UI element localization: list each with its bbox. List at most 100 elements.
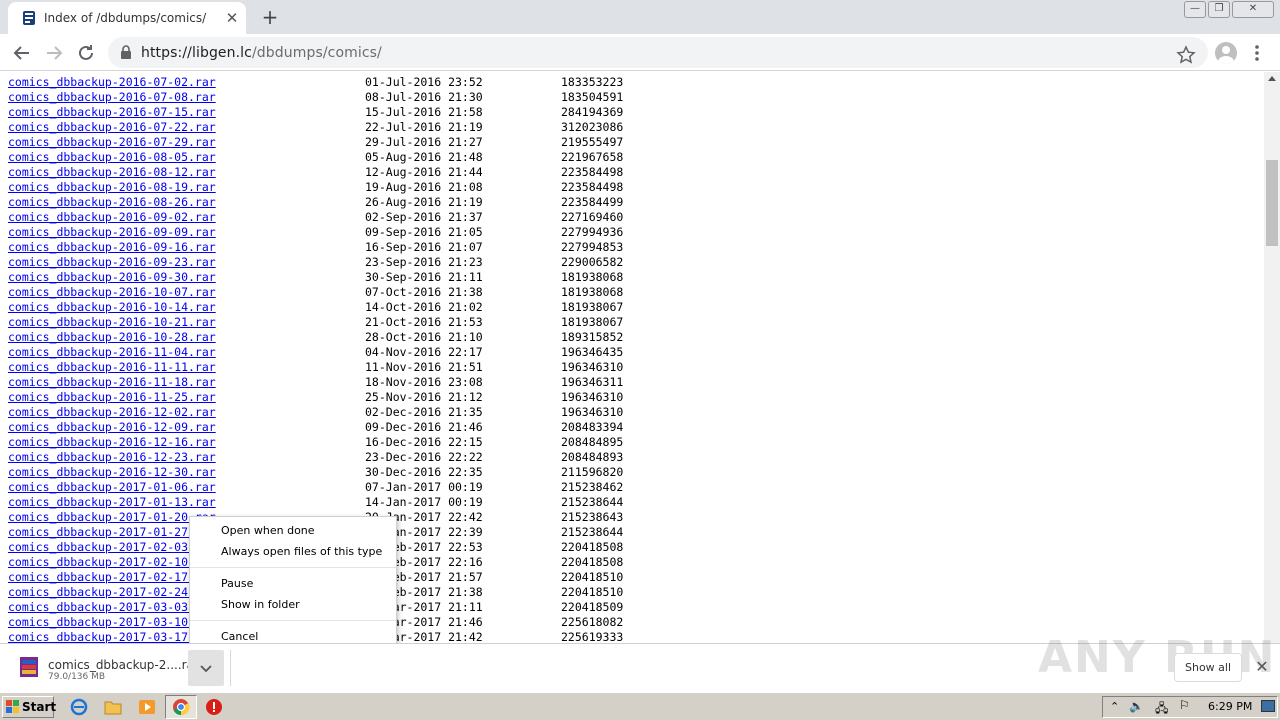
file-link[interactable]: comics_dbbackup-2016-08-26.rar <box>8 195 216 210</box>
scroll-up-arrow-icon[interactable] <box>1268 76 1276 81</box>
file-link[interactable]: comics_dbbackup-2016-09-02.rar <box>8 210 216 225</box>
back-arrow-icon[interactable] <box>10 41 34 65</box>
file-link[interactable]: comics_dbbackup-2016-07-15.rar <box>8 105 216 120</box>
file-link[interactable]: comics_dbbackup-2016-10-07.rar <box>8 285 216 300</box>
menu-separator <box>190 567 396 568</box>
file-link[interactable]: comics_dbbackup-2016-11-18.rar <box>8 375 216 390</box>
reload-icon[interactable] <box>74 41 98 65</box>
file-link[interactable]: comics_dbbackup-2016-11-04.rar <box>8 345 216 360</box>
file-link[interactable]: comics_dbbackup-2017-01-20.rar <box>8 510 216 525</box>
menu-separator <box>190 620 396 621</box>
file-link[interactable]: comics_dbbackup-2016-07-02.rar <box>8 75 216 90</box>
file-link[interactable]: comics_dbbackup-2017-01-27.rar <box>8 525 216 540</box>
file-link[interactable]: comics_dbbackup-2016-12-09.rar <box>8 420 216 435</box>
file-date: 01-Jul-2016 23:52 <box>365 75 483 89</box>
file-link[interactable]: comics_dbbackup-2016-09-30.rar <box>8 270 216 285</box>
stop-sign-icon[interactable] <box>205 698 223 716</box>
file-link[interactable]: comics_dbbackup-2017-02-17.rar <box>8 570 216 585</box>
file-link[interactable]: comics_dbbackup-2017-03-03.rar <box>8 600 216 615</box>
folder-icon[interactable] <box>104 698 122 716</box>
file-link[interactable]: comics_dbbackup-2016-12-30.rar <box>8 465 216 480</box>
address-bar[interactable]: https://libgen.lc/dbdumps/comics/ <box>108 37 1208 68</box>
file-link[interactable]: comics_dbbackup-2017-02-24.rar <box>8 585 216 600</box>
file-date: 09-Sep-2016 21:05 <box>365 225 483 239</box>
tab-close-icon[interactable]: ✕ <box>224 8 240 28</box>
url-host: https://libgen.lc <box>141 45 252 61</box>
file-link[interactable]: comics_dbbackup-2016-11-11.rar <box>8 360 216 375</box>
file-size: 215238644 <box>561 495 624 509</box>
menu-item-show-in-folder[interactable]: Show in folder <box>221 598 300 611</box>
file-link[interactable]: comics_dbbackup-2016-10-28.rar <box>8 330 216 345</box>
file-link[interactable]: comics_dbbackup-2016-11-25.rar <box>8 390 216 405</box>
file-date: 12-Aug-2016 21:44 <box>365 165 483 179</box>
file-link[interactable]: comics_dbbackup-2016-10-14.rar <box>8 300 216 315</box>
chrome-taskbar-button[interactable] <box>165 695 197 719</box>
tray-expand-icon[interactable]: ⌃ <box>1110 700 1119 713</box>
download-file-name[interactable]: comics_dbbackup-2....rar <box>48 658 199 672</box>
file-link[interactable]: comics_dbbackup-2016-09-23.rar <box>8 255 216 270</box>
file-link[interactable]: comics_dbbackup-2016-09-09.rar <box>8 225 216 240</box>
file-date: 29-Jul-2016 21:27 <box>365 135 483 149</box>
file-size: 229006582 <box>561 255 624 269</box>
vertical-scrollbar[interactable] <box>1264 72 1280 643</box>
file-link[interactable]: comics_dbbackup-2016-12-23.rar <box>8 450 216 465</box>
file-link[interactable]: comics_dbbackup-2017-03-17.rar <box>8 630 216 643</box>
menu-item-always-open[interactable]: Always open files of this type <box>221 545 382 558</box>
shelf-divider <box>230 650 231 686</box>
file-link[interactable]: comics_dbbackup-2016-08-19.rar <box>8 180 216 195</box>
show-desktop-icon[interactable] <box>1261 700 1275 712</box>
bookmark-star-icon[interactable] <box>1176 45 1196 65</box>
download-options-button[interactable] <box>188 650 224 686</box>
file-date: 09-Dec-2016 21:46 <box>365 420 483 434</box>
volume-icon[interactable]: 🔈 <box>1129 699 1144 713</box>
media-player-icon[interactable] <box>138 698 156 716</box>
start-label: Start <box>22 700 57 714</box>
file-link[interactable]: comics_dbbackup-2017-01-13.rar <box>8 495 216 510</box>
file-link[interactable]: comics_dbbackup-2016-09-16.rar <box>8 240 216 255</box>
action-center-flag-icon[interactable]: ⚐ <box>1179 698 1190 712</box>
file-size: 220418510 <box>561 570 624 584</box>
file-link[interactable]: comics_dbbackup-2016-07-22.rar <box>8 120 216 135</box>
download-progress-text: 79.0/136 MB <box>48 672 106 682</box>
file-size: 223584498 <box>561 180 624 194</box>
browser-menu-icon[interactable] <box>1254 43 1260 63</box>
menu-item-open-when-done[interactable]: Open when done <box>221 524 315 537</box>
download-context-menu: Open when done Always open files of this… <box>189 516 397 650</box>
file-size: 220418509 <box>561 600 624 614</box>
file-link[interactable]: comics_dbbackup-2016-08-12.rar <box>8 165 216 180</box>
browser-toolbar: https://libgen.lc/dbdumps/comics/ <box>0 34 1280 71</box>
file-size: 196346310 <box>561 360 624 374</box>
profile-avatar-icon[interactable] <box>1215 42 1237 64</box>
window-close-icon[interactable]: ✕ <box>1232 1 1274 18</box>
file-link[interactable]: comics_dbbackup-2016-07-29.rar <box>8 135 216 150</box>
restore-icon[interactable]: ❐ <box>1208 1 1230 18</box>
file-link[interactable]: comics_dbbackup-2017-02-03.rar <box>8 540 216 555</box>
minimize-icon[interactable]: — <box>1184 1 1206 18</box>
forward-arrow-icon[interactable] <box>42 41 66 65</box>
file-size: 284194369 <box>561 105 624 119</box>
file-link[interactable]: comics_dbbackup-2016-07-08.rar <box>8 90 216 105</box>
show-all-button[interactable]: Show all <box>1174 653 1242 682</box>
taskbar-clock[interactable]: 6:29 PM <box>1208 700 1252 713</box>
new-tab-icon[interactable]: + <box>260 6 280 28</box>
start-button[interactable]: Start <box>2 696 57 718</box>
file-link[interactable]: comics_dbbackup-2016-12-02.rar <box>8 405 216 420</box>
file-link[interactable]: comics_dbbackup-2017-01-06.rar <box>8 480 216 495</box>
file-link[interactable]: comics_dbbackup-2017-03-10.rar <box>8 615 216 630</box>
file-date: 30-Dec-2016 22:35 <box>365 465 483 479</box>
file-date: 18-Nov-2016 23:08 <box>365 375 483 389</box>
scroll-thumb[interactable] <box>1266 160 1278 246</box>
menu-item-cancel[interactable]: Cancel <box>221 630 258 643</box>
file-size: 220418508 <box>561 555 624 569</box>
network-icon[interactable]: 🖧 <box>1155 699 1168 720</box>
browser-tab[interactable]: Index of /dbdumps/comics/ ✕ <box>8 2 246 34</box>
file-link[interactable]: comics_dbbackup-2016-10-21.rar <box>8 315 216 330</box>
menu-item-pause[interactable]: Pause <box>221 577 253 590</box>
internet-explorer-icon[interactable] <box>70 698 88 716</box>
file-link[interactable]: comics_dbbackup-2016-08-05.rar <box>8 150 216 165</box>
file-link[interactable]: comics_dbbackup-2016-12-16.rar <box>8 435 216 450</box>
shelf-close-icon[interactable]: ✕ <box>1254 658 1270 676</box>
file-size: 219555497 <box>561 135 624 149</box>
file-link[interactable]: comics_dbbackup-2017-02-10.rar <box>8 555 216 570</box>
winrar-file-icon <box>20 657 38 677</box>
